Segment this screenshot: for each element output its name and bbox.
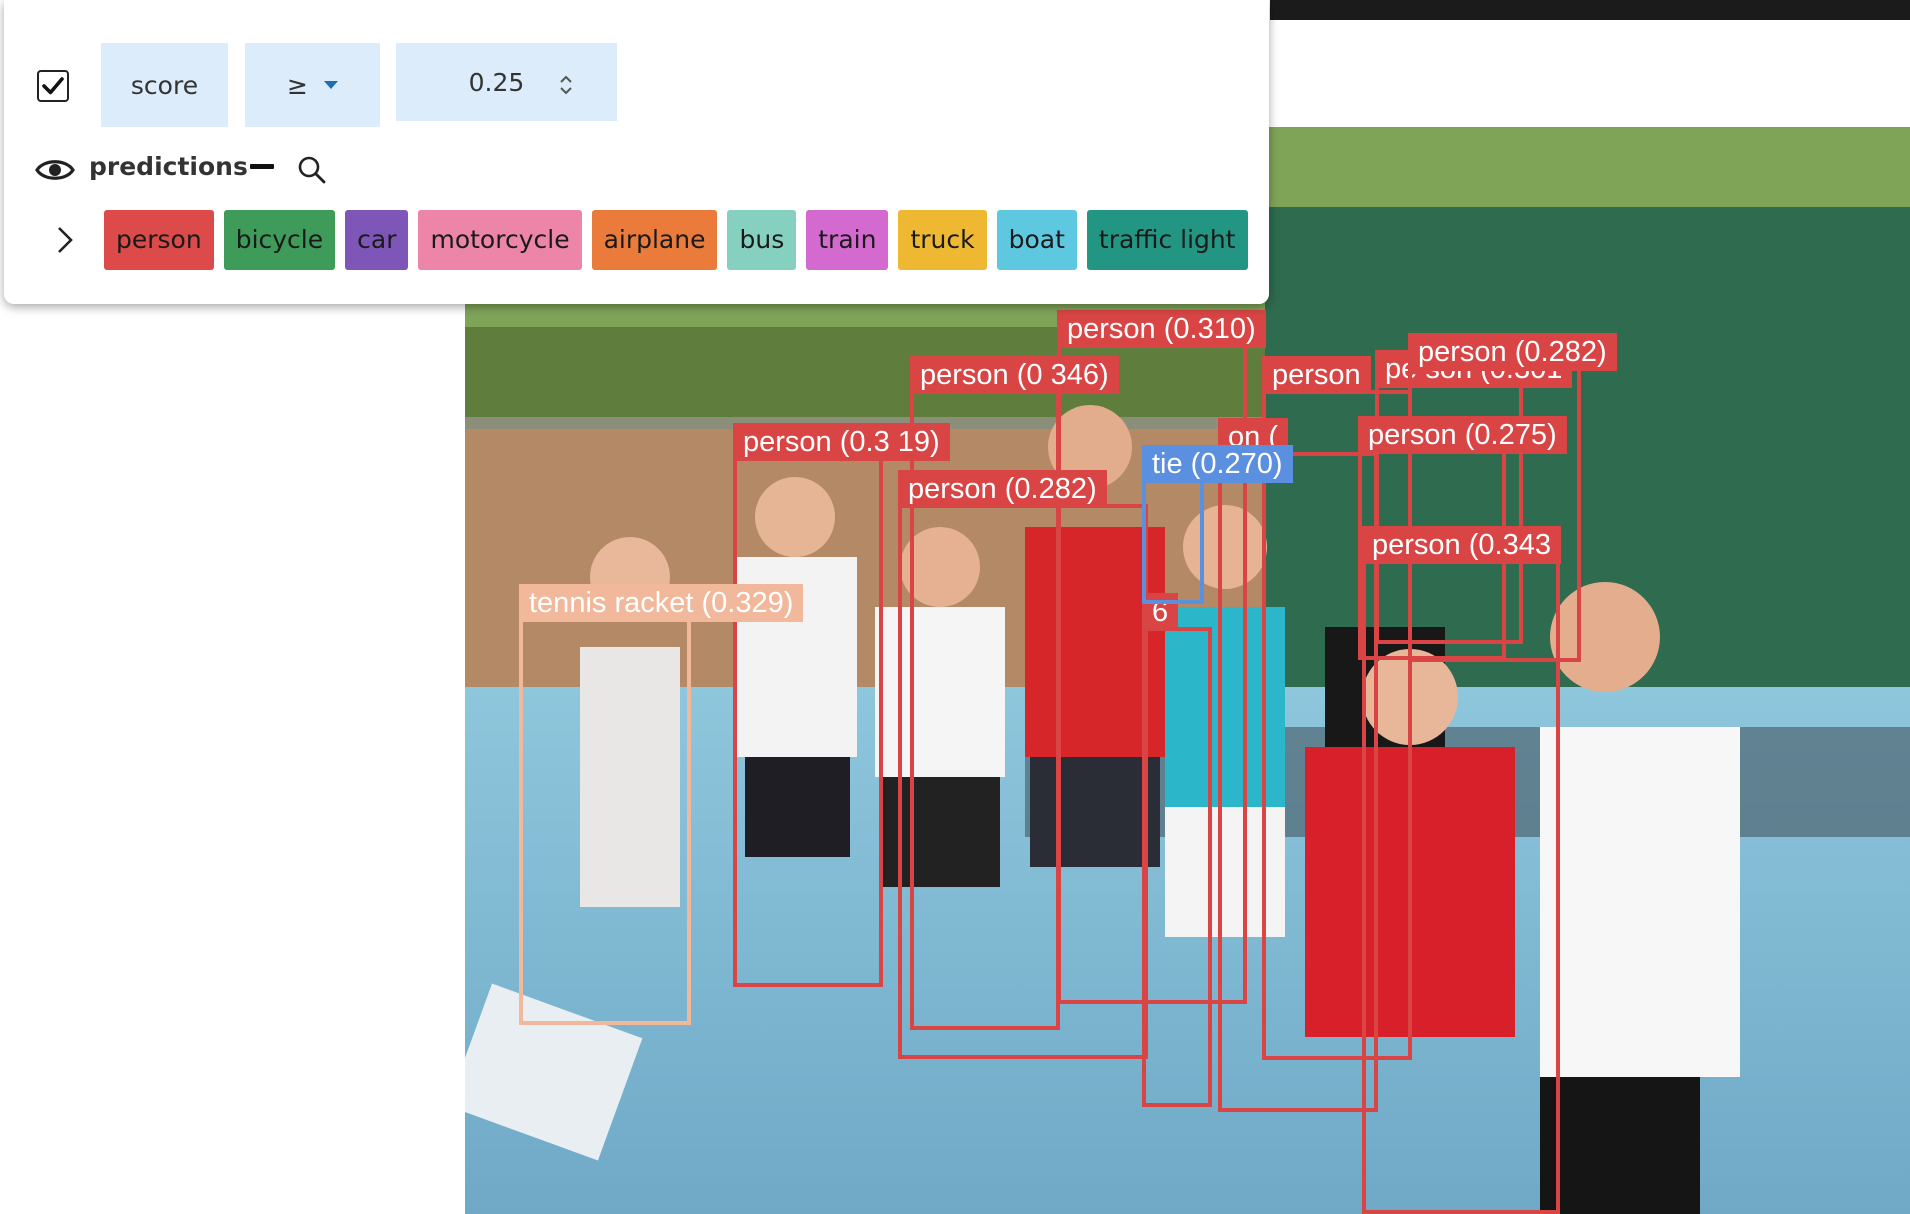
top-bar (1270, 0, 1910, 20)
label-chips: person bicycle car motorcycle airplane b… (104, 210, 1248, 270)
filter-field-label: score (130, 70, 199, 100)
chevron-right-icon[interactable] (56, 225, 74, 255)
label-chip[interactable]: person (104, 210, 214, 270)
operator-select[interactable]: ≥ (245, 43, 380, 127)
caret-down-icon (323, 81, 338, 89)
label-chip-text: airplane (603, 225, 706, 254)
threshold-input[interactable]: 0.25 (396, 43, 617, 121)
label-chip-text: traffic light (1098, 225, 1236, 254)
label-chip-text: bicycle (235, 225, 324, 254)
operator-value: ≥ (287, 70, 308, 100)
label-chip[interactable]: traffic light (1086, 210, 1248, 270)
label-chip[interactable]: motorcycle (418, 210, 582, 270)
check-icon (42, 77, 64, 95)
label-chip-text: person (116, 225, 202, 254)
search-icon[interactable] (297, 155, 327, 185)
label-chip-text: boat (1008, 225, 1065, 254)
label-chip-text: bus (739, 225, 785, 254)
filter-panel: score ≥ 0.25 predictions person bicycle … (4, 0, 1269, 304)
label-chip[interactable]: car (345, 210, 409, 270)
label-chip-text: motorcycle (430, 225, 570, 254)
label-chip[interactable]: truck (898, 210, 987, 270)
filter-field-select[interactable]: score (101, 43, 228, 127)
label-chip[interactable]: airplane (591, 210, 718, 270)
eye-icon[interactable] (35, 156, 75, 184)
threshold-value: 0.25 (468, 67, 525, 97)
label-chip-text: truck (910, 225, 975, 254)
label-chip[interactable]: train (806, 210, 889, 270)
spinner-arrows-icon[interactable] (559, 74, 573, 96)
predictions-field-label: predictions (89, 152, 248, 181)
label-chip[interactable]: bicycle (223, 210, 336, 270)
label-chip-text: car (357, 225, 397, 254)
minus-icon[interactable] (250, 164, 274, 169)
label-chip[interactable]: boat (996, 210, 1077, 270)
label-chip-text: train (818, 225, 877, 254)
filter-enabled-checkbox[interactable] (37, 70, 69, 102)
label-chip[interactable]: bus (727, 210, 797, 270)
